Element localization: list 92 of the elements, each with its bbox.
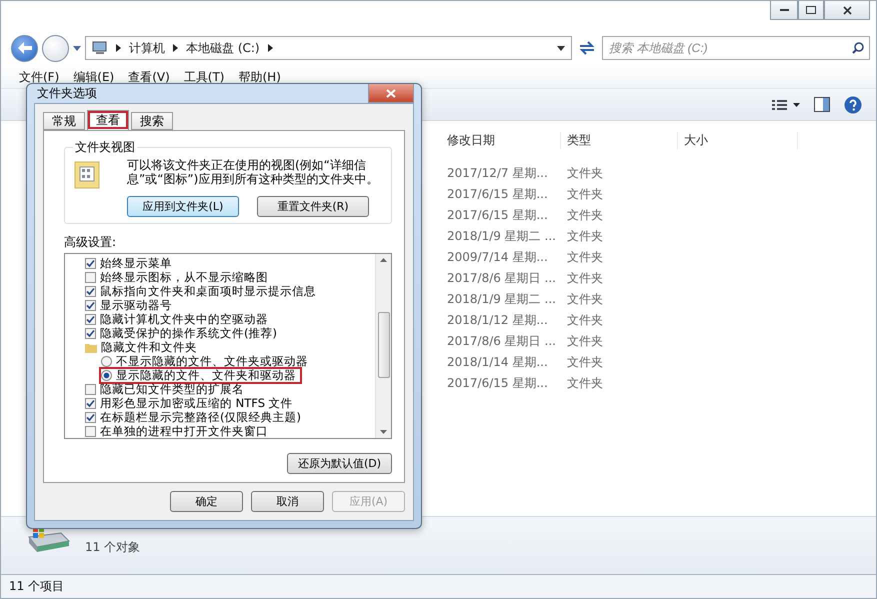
setting-label: 始终显示图标，从不显示缩略图 [100,270,268,284]
checkbox[interactable] [85,398,96,408]
column-header[interactable]: 类型 [561,132,678,148]
close-button[interactable] [824,1,870,20]
date-cell-text: 2009/7/14 星期... [446,249,549,266]
tab[interactable]: 搜索 [131,112,173,130]
checkbox[interactable] [85,426,96,436]
preview-pane-icon[interactable] [814,97,830,112]
minimize-button[interactable] [770,1,798,20]
setting-label: 隐藏文件和文件夹 [101,340,197,354]
maximize-icon [806,6,816,14]
date-cell-text: 2017/6/15 星期... [446,375,549,392]
forward-button[interactable] [42,34,69,62]
dialog-button[interactable]: 取消 [251,491,324,512]
checkbox[interactable] [85,300,96,310]
scrollbar[interactable] [375,254,391,438]
maximize-button[interactable] [798,1,824,20]
tab[interactable]: 查看 [87,110,129,130]
search-field[interactable]: 搜索 本地磁盘 (C:) [602,36,870,60]
breadcrumb-arrow-icon [173,44,178,52]
setting-label: 隐藏计算机文件夹中的空驱动器 [100,312,268,326]
breadcrumb-item[interactable]: 本地磁盘 (C:) [186,40,260,56]
date-cell-text: 2017/8/6 星期日 ... [446,270,557,287]
dialog-title: 文件夹选项 [36,85,97,102]
checkbox[interactable] [85,328,96,338]
item-count: 11 个项目 [9,578,64,595]
type-cell-text: 文件夹 [566,354,604,371]
type-cell-text: 文件夹 [566,333,604,350]
dropdown-icon[interactable] [73,46,81,50]
checkbox[interactable] [85,314,96,324]
address-bar[interactable]: 计算机 本地磁盘 (C:) [85,36,572,60]
column-header[interactable]: 修改日期 [441,132,561,148]
setting-label: 用彩色显示加密或压缩的 NTFS 文件 [100,396,293,410]
breadcrumb-item[interactable]: 计算机 [129,40,165,56]
type-cell-text: 文件夹 [566,186,604,203]
tab[interactable]: 常规 [43,112,85,130]
folder-views-description: 可以将该文件夹正在使用的视图(例如“详细信息”或“图标”)应用到所有这种类型的文件夹中。 [127,158,380,188]
type-cell-text: 文件夹 [566,207,604,224]
object-count: 11 个对象 [85,539,140,556]
radio-button[interactable] [101,356,112,366]
setting-label: 在单独的进程中打开文件夹窗口 [100,424,268,438]
date-cell-text: 2018/1/14 星期... [446,354,549,371]
close-icon [386,88,396,98]
breadcrumb-arrow-icon [268,44,273,52]
advanced-settings-label: 高级设置: [64,234,118,251]
date-cell-text: 2017/8/6 星期日 ... [446,333,557,350]
checkbox[interactable] [85,384,96,394]
back-arrow-icon [18,42,32,54]
type-cell-text: 文件夹 [566,291,604,308]
setting-label: 不显示隐藏的文件、文件夹或驱动器 [116,354,308,368]
close-icon [842,6,852,14]
breadcrumb-arrow-icon [116,44,121,52]
radio-button[interactable] [101,370,112,380]
dropdown-icon[interactable] [557,46,565,50]
date-cell-text: 2017/6/15 星期... [446,186,549,203]
minimize-icon [780,8,788,12]
setting-label: 隐藏已知文件类型的扩展名 [100,382,244,396]
search-icon [852,42,864,54]
date-cell-text: 2017/6/15 星期... [446,207,549,224]
type-cell-text: 文件夹 [566,249,604,266]
help-icon[interactable] [844,96,862,114]
type-cell-text: 文件夹 [566,165,604,182]
type-cell-text: 文件夹 [566,375,604,392]
group-title: 文件夹视图 [74,139,136,156]
setting-label: 显示驱动器号 [100,298,172,312]
view-options-icon[interactable] [772,98,800,110]
date-cell-text: 2018/1/9 星期二 ... [446,291,557,308]
setting-label: 隐藏受保护的操作系统文件(推荐) [100,326,277,340]
date-cell-text: 2017/12/7 星期... [446,165,549,182]
folder-icon [85,342,97,352]
folder-view-button[interactable]: 重置文件夹(R) [257,196,369,217]
setting-label: 显示隐藏的文件、文件夹和驱动器 [116,368,296,382]
date-cell-text: 2018/1/12 星期... [446,312,549,329]
setting-label: 在标题栏显示完整路径(仅限经典主题) [100,410,301,424]
computer-icon [92,41,108,55]
checkbox[interactable] [85,258,96,268]
scroll-up-icon[interactable] [380,258,387,262]
setting-label: 始终显示菜单 [100,256,172,270]
type-cell-text: 文件夹 [566,270,604,287]
type-cell-text: 文件夹 [566,312,604,329]
restore-defaults-button[interactable]: 还原为默认值(D) [286,453,392,474]
checkbox[interactable] [85,272,96,282]
scroll-down-icon[interactable] [380,430,387,434]
dialog-button[interactable]: 确定 [170,491,243,512]
checkbox[interactable] [85,412,96,422]
setting-label: 鼠标指向文件夹和桌面项时显示提示信息 [100,284,316,298]
date-cell-text: 2018/1/9 星期二 ... [446,228,557,245]
type-cell-text: 文件夹 [566,228,604,245]
checkbox[interactable] [85,286,96,296]
back-button[interactable] [11,34,38,62]
folder-view-button[interactable]: 应用到文件夹(L) [127,196,239,217]
column-header[interactable]: 大小 [678,132,798,148]
